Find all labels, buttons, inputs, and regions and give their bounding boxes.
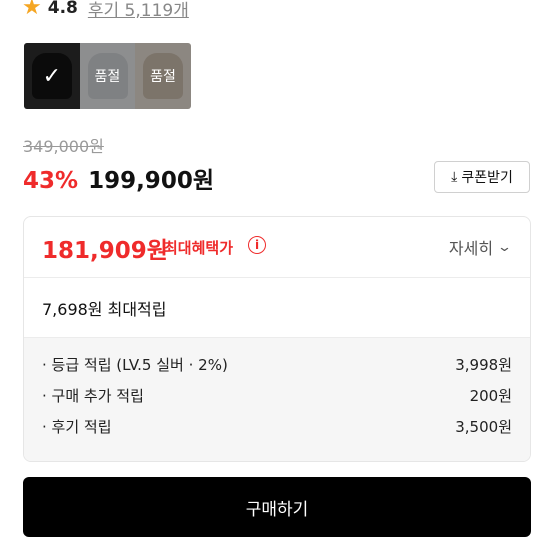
benefit-box: 181,909원 최대혜택가 i 자세히 ⌄ 7,698원 최대적립 · 등급 … — [23, 216, 531, 462]
option-swatch-beige[interactable]: 품절 — [135, 43, 191, 109]
divider — [24, 277, 530, 278]
download-icon: ⤓ — [451, 169, 458, 185]
points-row: · 구매 추가 적립 200원 — [42, 385, 512, 407]
coupon-label: 쿠폰받기 — [461, 170, 513, 186]
points-row-label: · 후기 적립 — [42, 418, 112, 436]
points-row-label: · 구매 추가 적립 — [42, 387, 144, 405]
original-price: 349,000원 — [23, 137, 104, 156]
color-options: ✓ 품절 품절 — [24, 43, 191, 109]
check-icon: ✓ — [42, 63, 62, 89]
soldout-label: 품절 — [94, 69, 121, 85]
coupon-download-button[interactable]: ⤓ 쿠폰받기 — [434, 161, 530, 193]
detail-toggle[interactable]: 자세히 ⌄ — [448, 235, 513, 259]
price-row: 43% 199,900원 — [23, 161, 214, 195]
chevron-down-icon: ⌄ — [496, 239, 513, 255]
review-count-link[interactable]: 후기 5,119개 — [88, 0, 189, 21]
option-swatch-black[interactable]: ✓ — [24, 43, 80, 109]
points-row-label: · 등급 적립 (LV.5 실버 · 2%) — [42, 356, 228, 374]
points-detail: · 등급 적립 (LV.5 실버 · 2%) 3,998원 · 구매 추가 적립… — [24, 338, 530, 461]
benefit-header: 181,909원 최대혜택가 i 자세히 ⌄ — [24, 217, 530, 277]
detail-label: 자세히 — [448, 239, 494, 258]
max-benefit-price: 181,909원 — [42, 238, 168, 264]
option-swatch-gray[interactable]: 품절 — [79, 43, 136, 109]
star-icon: ★ — [22, 0, 42, 20]
sale-price: 199,900원 — [88, 168, 214, 194]
points-row-value: 3,500원 — [455, 418, 512, 436]
points-row: · 등급 적립 (LV.5 실버 · 2%) 3,998원 — [42, 354, 512, 376]
rating-row: ★ 4.8 후기 5,119개 — [22, 0, 189, 21]
soldout-label: 품절 — [150, 69, 176, 85]
buy-button[interactable]: 구매하기 — [23, 477, 531, 537]
discount-rate: 43% — [23, 168, 79, 194]
points-row-value: 200원 — [469, 387, 512, 405]
max-benefit-label: 최대혜택가 — [164, 239, 234, 257]
points-summary: 7,698원 최대적립 — [42, 300, 167, 319]
rating-value: 4.8 — [47, 0, 78, 18]
info-icon[interactable]: i — [248, 236, 266, 254]
points-row-value: 3,998원 — [455, 356, 512, 374]
points-row: · 후기 적립 3,500원 — [42, 416, 512, 438]
